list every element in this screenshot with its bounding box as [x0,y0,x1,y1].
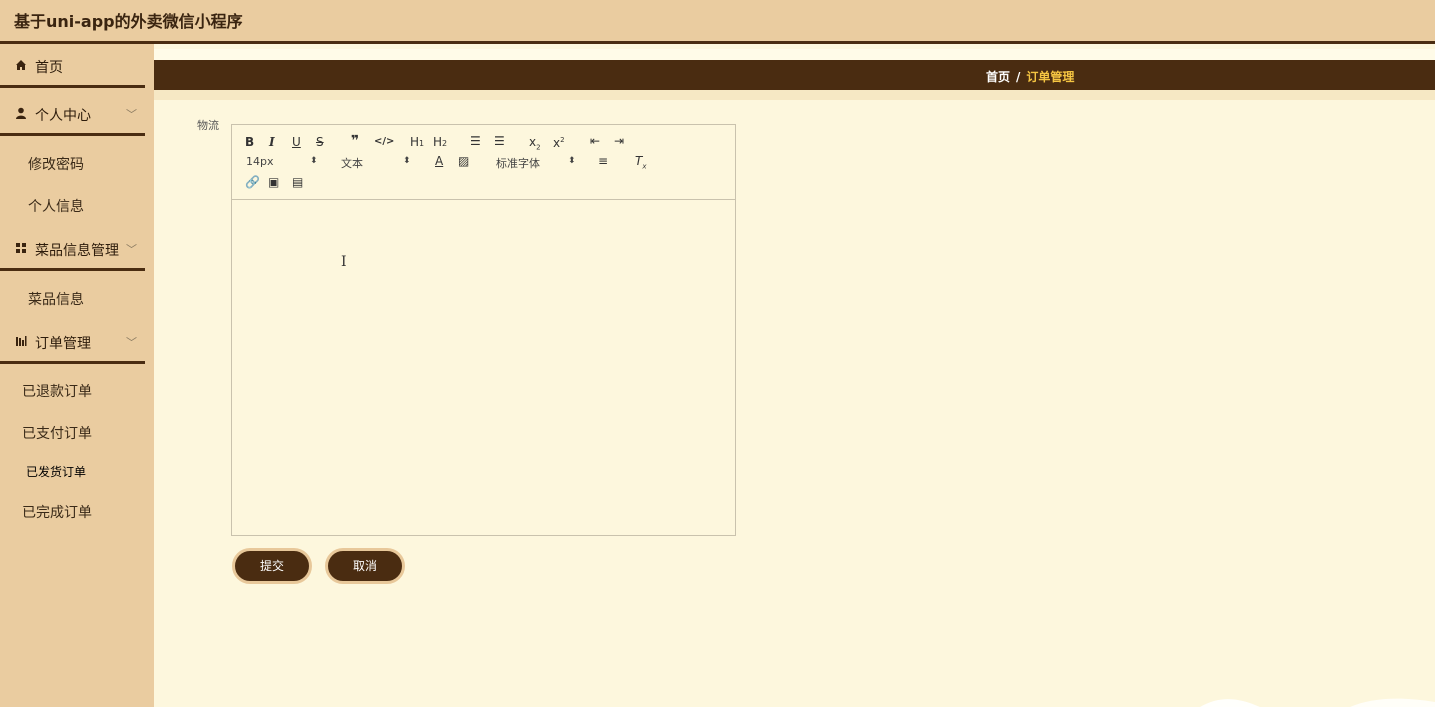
chevron-down-icon: ﹀ [126,243,137,256]
sidebar-subitem-change-password[interactable]: 修改密码 [28,154,84,174]
background-color-icon[interactable]: ▨ [458,154,469,168]
editor-toolbar: B I U S ❞ </> H1 H2 ☰ ☰ x2 x2 ⇤ ⇥ 14px ⬍… [232,125,735,200]
sidebar-item-home[interactable]: 首页 [0,44,145,88]
font-size-value: 14px [246,155,274,168]
superscript-icon[interactable]: x2 [553,133,565,150]
clear-format-icon[interactable]: Tx [635,154,647,173]
outdent-icon[interactable]: ⇤ [590,134,600,148]
font-family-value: 标准字体 [496,157,540,170]
strikethrough-icon[interactable]: S [316,135,324,149]
blockquote-icon[interactable]: ❞ [351,134,359,148]
user-icon [16,107,26,119]
cancel-button[interactable]: 取消 [325,548,405,584]
indent-icon[interactable]: ⇥ [614,134,624,148]
chevron-down-icon: ﹀ [126,108,137,121]
header1-icon[interactable]: H1 [410,135,424,151]
sidebar-item-label: 菜品信息管理 [35,243,119,259]
sidebar: 首页 个人中心 ﹀ 修改密码 个人信息 菜品信息管理 ﹀ 菜品信息 订单管理 ﹀… [0,44,154,707]
ordered-list-icon[interactable]: ☰ [470,134,481,148]
sidebar-item-orders[interactable]: 订单管理 ﹀ [0,320,145,364]
select-arrows-icon: ⬍ [403,156,411,166]
app-title: 基于uni-app的外卖微信小程序 [14,12,243,31]
home-icon [16,60,26,70]
breadcrumb-underline [154,90,1435,100]
sidebar-item-label: 个人中心 [35,108,91,124]
editor-content-area[interactable] [232,201,735,535]
bar-chart-icon [16,336,27,346]
sidebar-subitem-profile[interactable]: 个人信息 [28,196,84,216]
chevron-down-icon: ﹀ [126,336,137,349]
underline-icon[interactable]: U [292,135,301,149]
breadcrumb-home[interactable]: 首页 [986,70,1010,84]
select-arrows-icon: ⬍ [568,156,576,166]
link-icon[interactable]: 🔗 [245,175,260,189]
app-header: 基于uni-app的外卖微信小程序 [0,0,1435,44]
block-format-select[interactable]: 文本 ⬍ [341,155,413,171]
image-icon[interactable]: ▣ [268,175,279,189]
sidebar-subitem-refunded-orders[interactable]: 已退款订单 [22,381,92,401]
rich-text-editor: B I U S ❞ </> H1 H2 ☰ ☰ x2 x2 ⇤ ⇥ 14px ⬍… [231,124,736,536]
submit-button[interactable]: 提交 [232,548,312,584]
select-arrows-icon: ⬍ [310,156,318,166]
font-size-select[interactable]: 14px ⬍ [246,155,318,168]
breadcrumb: 首页 / 订单管理 [986,68,1074,85]
video-icon[interactable]: ▤ [292,175,303,189]
breadcrumb-bar: 首页 / 订单管理 [154,60,1435,90]
grid-icon [16,243,26,253]
bullet-list-icon[interactable]: ☰ [494,134,505,148]
corner-decoration [1200,698,1435,707]
header2-icon[interactable]: H2 [433,135,447,151]
top-spacer [154,49,1435,60]
sidebar-item-personal[interactable]: 个人中心 ﹀ [0,92,145,136]
breadcrumb-separator: / [1016,70,1021,84]
sidebar-item-label: 首页 [35,60,63,76]
italic-icon[interactable]: I [269,135,275,149]
sidebar-subitem-completed-orders[interactable]: 已完成订单 [22,502,92,522]
logistics-field-label: 物流 [197,119,219,132]
sidebar-item-label: 订单管理 [35,336,91,352]
sidebar-subitem-paid-orders[interactable]: 已支付订单 [22,423,92,443]
font-color-icon[interactable]: A [435,154,443,168]
bold-icon[interactable]: B [245,135,254,149]
block-format-value: 文本 [341,157,363,170]
code-block-icon[interactable]: </> [374,135,394,149]
breadcrumb-current: 订单管理 [1026,70,1075,84]
sidebar-item-dishes[interactable]: 菜品信息管理 ﹀ [0,227,145,271]
align-icon[interactable]: ≡ [598,154,608,168]
sidebar-subitem-dish-info[interactable]: 菜品信息 [28,289,84,309]
text-cursor-icon: I [341,254,347,270]
subscript-icon[interactable]: x2 [529,135,541,154]
sidebar-subitem-shipped-orders[interactable]: 已发货订单 [26,463,86,480]
font-family-select[interactable]: 标准字体 ⬍ [496,155,578,171]
